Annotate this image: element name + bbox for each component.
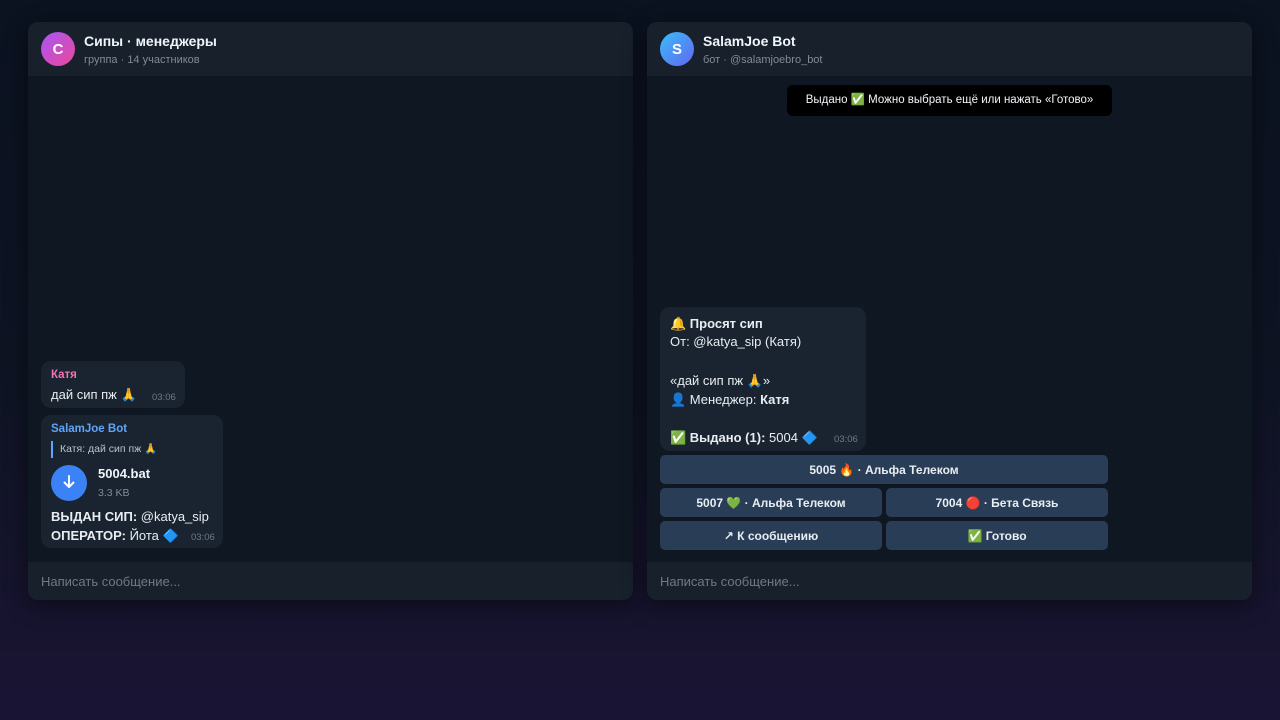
message-time: 03:06 — [834, 434, 858, 445]
message-composer — [647, 562, 1252, 600]
file-size: 3.3 KB — [98, 487, 130, 499]
issued-sip-line: ВЫДАН СИП: @katya_sip — [51, 509, 209, 524]
group-avatar[interactable]: С — [41, 32, 75, 66]
done-button[interactable]: ✅ Готово — [886, 521, 1108, 550]
sip-5007-button[interactable]: 5007 💚 · Альфа Телеком — [660, 488, 882, 517]
message-text: дай сип пж 🙏 — [51, 387, 137, 402]
request-from: От: @katya_sip (Катя) — [670, 334, 802, 349]
bot-chat-panel: S SalamJoe Bot бот · @salamjoebro_bot Вы… — [647, 22, 1252, 600]
operator-value: Йота 🔷 — [125, 528, 179, 543]
issued-sip-label: ВЫДАН СИП: — [51, 509, 138, 524]
bot-avatar[interactable]: S — [660, 32, 694, 66]
message-bubble-katya[interactable]: Катя дай сип пж 🙏 03:06 — [41, 361, 185, 408]
chat-subtitle: группа · 14 участников — [84, 54, 200, 66]
issued-label: ✅ Выдано (1): — [670, 430, 766, 445]
chat-subtitle: бот · @salamjoebro_bot — [703, 54, 823, 66]
request-quote: «дай сип пж 🙏» — [670, 373, 771, 388]
manager-label: 👤 Менеджер: — [670, 392, 761, 407]
message-sender[interactable]: SalamJoe Bot — [51, 423, 127, 435]
chat-title[interactable]: Сипы · менеджеры — [84, 33, 217, 49]
go-to-message-button[interactable]: ↗ К сообщению — [660, 521, 882, 550]
chat-header: S SalamJoe Bot бот · @salamjoebro_bot — [647, 22, 1252, 76]
request-title: 🔔 Просят сип — [670, 316, 763, 331]
group-chat-panel: С Сипы · менеджеры группа · 14 участнико… — [28, 22, 633, 600]
operator-label: ОПЕРАТОР: — [51, 528, 126, 543]
operator-line: ОПЕРАТОР: Йота 🔷 — [51, 528, 179, 544]
issued-value: 5004 🔷 — [765, 430, 818, 445]
manager-name: Катя — [760, 392, 790, 407]
message-bubble-request[interactable]: 🔔 Просят сип От: @katya_sip (Катя) «дай … — [660, 307, 866, 451]
message-sender[interactable]: Катя — [51, 369, 77, 381]
message-time: 03:06 — [191, 532, 215, 543]
chat-title[interactable]: SalamJoe Bot — [703, 33, 796, 49]
toast-notification: Выдано ✅ Можно выбрать ещё или нажать «Г… — [787, 85, 1112, 116]
message-input[interactable] — [41, 562, 601, 600]
issued-line: ✅ Выдано (1): 5004 🔷 — [670, 430, 818, 446]
reply-quote[interactable]: Катя: дай сип пж 🙏 — [51, 441, 157, 458]
file-name[interactable]: 5004.bat — [98, 466, 150, 481]
manager-line: 👤 Менеджер: Катя — [670, 392, 789, 408]
sip-5005-button[interactable]: 5005 🔥 · Альфа Телеком — [660, 455, 1108, 484]
sip-7004-button[interactable]: 7004 🔴 · Бета Связь — [886, 488, 1108, 517]
message-time: 03:06 — [152, 392, 176, 403]
download-icon[interactable] — [51, 465, 87, 501]
message-bubble-bot-file[interactable]: SalamJoe Bot Катя: дай сип пж 🙏 5004.bat… — [41, 415, 223, 548]
chat-header: С Сипы · менеджеры группа · 14 участнико… — [28, 22, 633, 76]
message-input[interactable] — [660, 562, 1220, 600]
issued-sip-value: @katya_sip — [137, 509, 209, 524]
message-composer — [28, 562, 633, 600]
